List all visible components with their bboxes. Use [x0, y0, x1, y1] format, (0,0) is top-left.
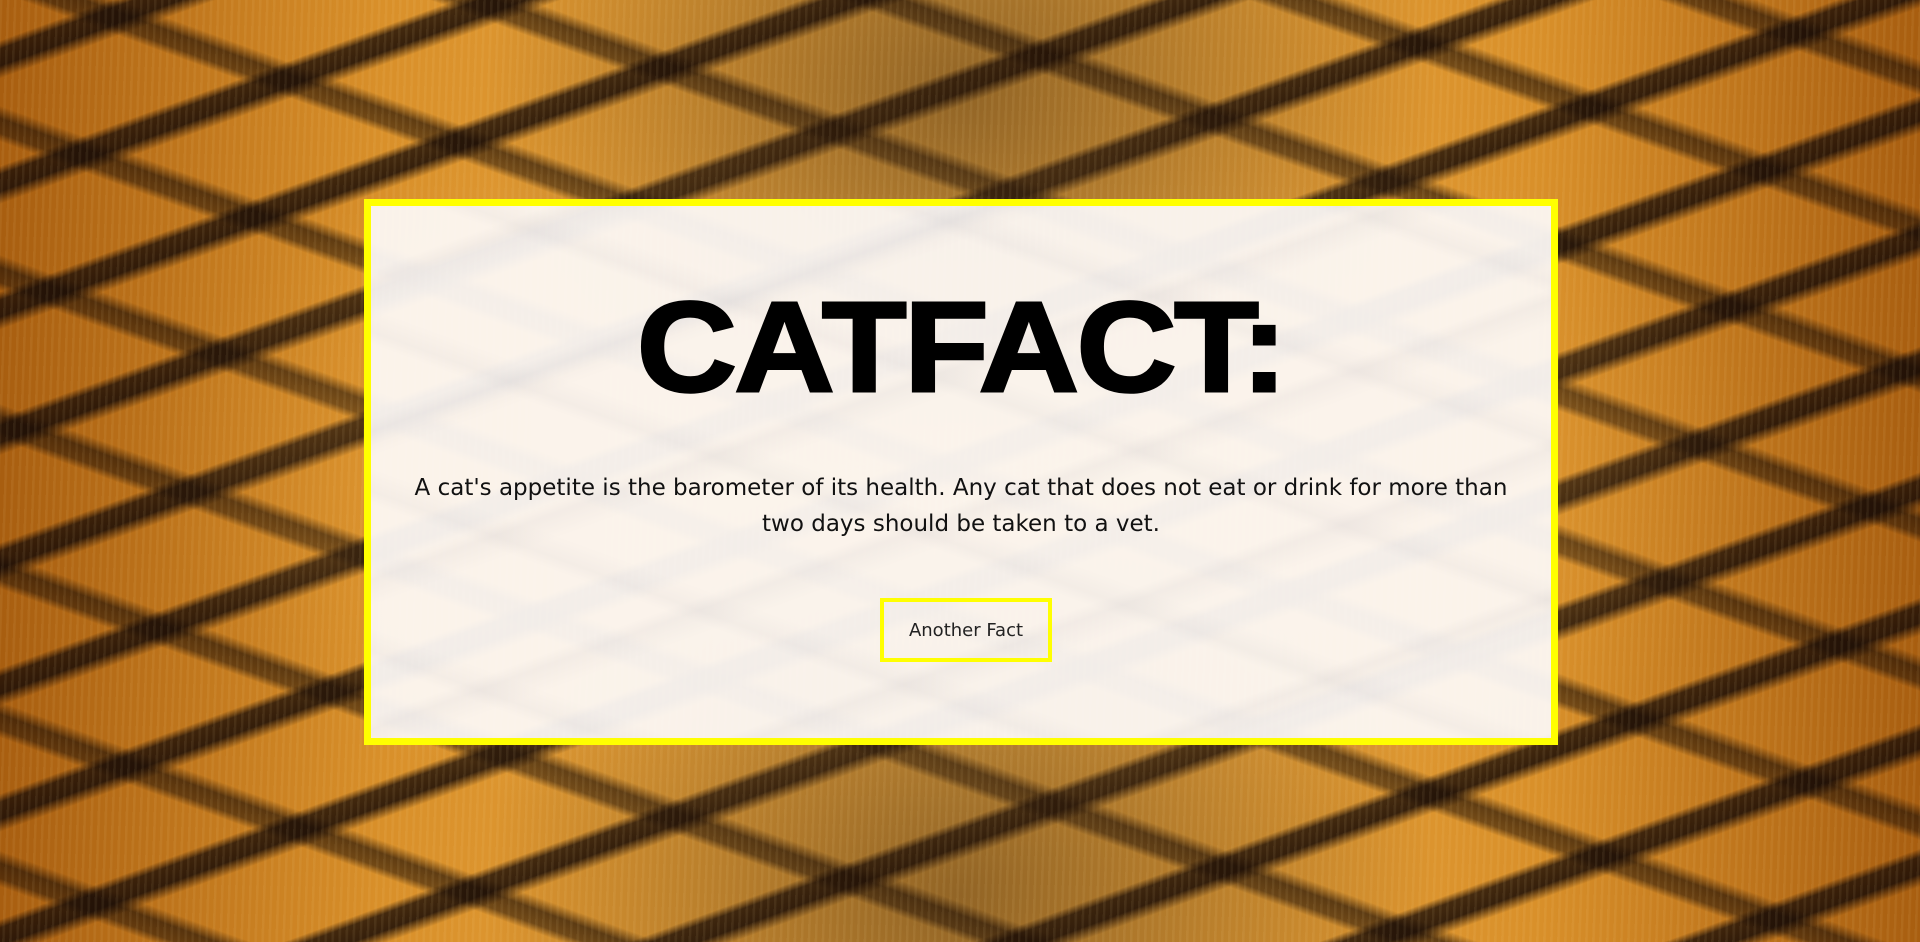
fact-card: CATFACT: A cat's appetite is the baromet…	[364, 199, 1558, 745]
cat-fact-text: A cat's appetite is the barometer of its…	[414, 475, 1508, 537]
another-fact-button[interactable]: Another Fact	[880, 598, 1052, 662]
page-title: CATFACT:	[635, 276, 1289, 419]
